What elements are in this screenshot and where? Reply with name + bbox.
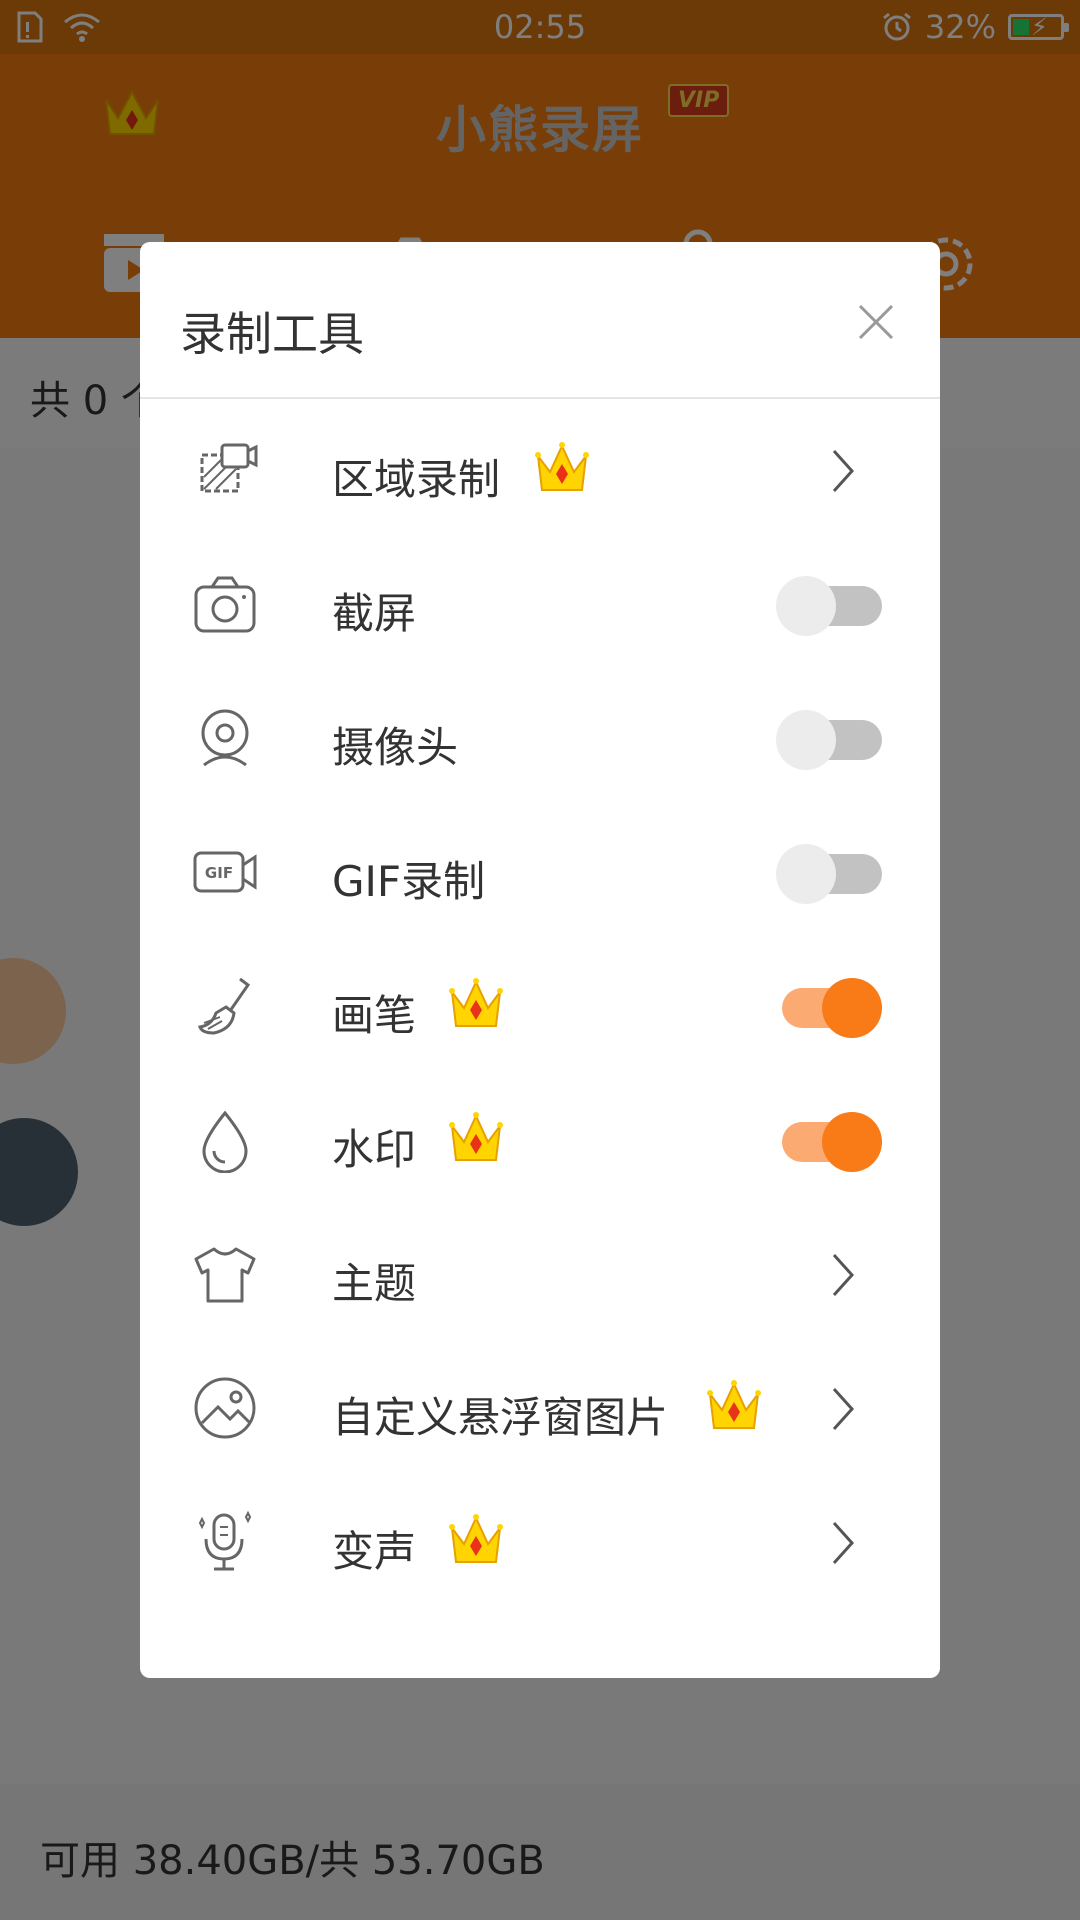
tool-label: 变声: [332, 1527, 417, 1576]
vip-crown-icon: [535, 442, 589, 491]
tool-row[interactable]: 截屏: [140, 538, 940, 672]
vip-crown-icon: [449, 1112, 503, 1161]
toggle-knob: [776, 710, 836, 770]
tool-label: GIF录制: [332, 857, 486, 906]
shirt-icon: [194, 1247, 256, 1303]
tool-row[interactable]: GIF GIF录制: [140, 806, 940, 940]
toggle-switch[interactable]: [776, 576, 882, 636]
toggle-knob: [822, 978, 882, 1038]
toggle-switch[interactable]: [776, 844, 882, 904]
recording-tools-dialog: 录制工具 区域录制截屏摄像头 GIF GIF录制画笔水印主题自定义悬浮窗图片 变声: [140, 242, 940, 1678]
tool-row[interactable]: 自定义悬浮窗图片: [140, 1342, 940, 1476]
toggle-knob: [776, 576, 836, 636]
chevron-right-icon[interactable]: [828, 447, 858, 495]
toggle-knob: [822, 1112, 882, 1172]
toggle-knob: [776, 844, 836, 904]
chevron-right-icon[interactable]: [828, 1251, 858, 1299]
tool-row[interactable]: 水印: [140, 1074, 940, 1208]
tool-label: 摄像头: [332, 723, 459, 772]
tool-row[interactable]: 摄像头: [140, 672, 940, 806]
brush-icon: [198, 977, 251, 1035]
camera-icon: [194, 576, 256, 633]
chevron-right-icon[interactable]: [828, 1385, 858, 1433]
toggle-switch[interactable]: [776, 978, 882, 1038]
tool-row[interactable]: 画笔: [140, 940, 940, 1074]
dialog-title: 录制工具: [180, 307, 364, 361]
tool-label: 水印: [332, 1125, 417, 1174]
close-icon[interactable]: [846, 292, 906, 352]
svg-text:GIF: GIF: [205, 864, 233, 882]
dialog-divider: [140, 397, 940, 399]
chevron-right-icon[interactable]: [828, 1519, 858, 1567]
toggle-switch[interactable]: [776, 1112, 882, 1172]
tool-row[interactable]: 区域录制: [140, 404, 940, 538]
tool-label: 截屏: [332, 589, 417, 638]
droplet-icon: [202, 1110, 248, 1173]
microphone-icon: [198, 1510, 252, 1571]
tool-label: 画笔: [332, 991, 417, 1040]
picture-icon: [194, 1377, 256, 1439]
vip-crown-icon: [449, 1514, 503, 1563]
tool-label: 区域录制: [332, 455, 501, 504]
area-record-icon: [200, 443, 258, 493]
webcam-icon: [201, 709, 249, 767]
tool-label: 自定义悬浮窗图片: [332, 1393, 669, 1442]
toggle-switch[interactable]: [776, 710, 882, 770]
vip-crown-icon: [449, 978, 503, 1027]
vip-crown-icon: [707, 1380, 761, 1429]
tool-row[interactable]: 变声: [140, 1476, 940, 1610]
gif-icon: GIF: [193, 851, 257, 893]
tool-label: 主题: [332, 1259, 417, 1308]
tool-row[interactable]: 主题: [140, 1208, 940, 1342]
